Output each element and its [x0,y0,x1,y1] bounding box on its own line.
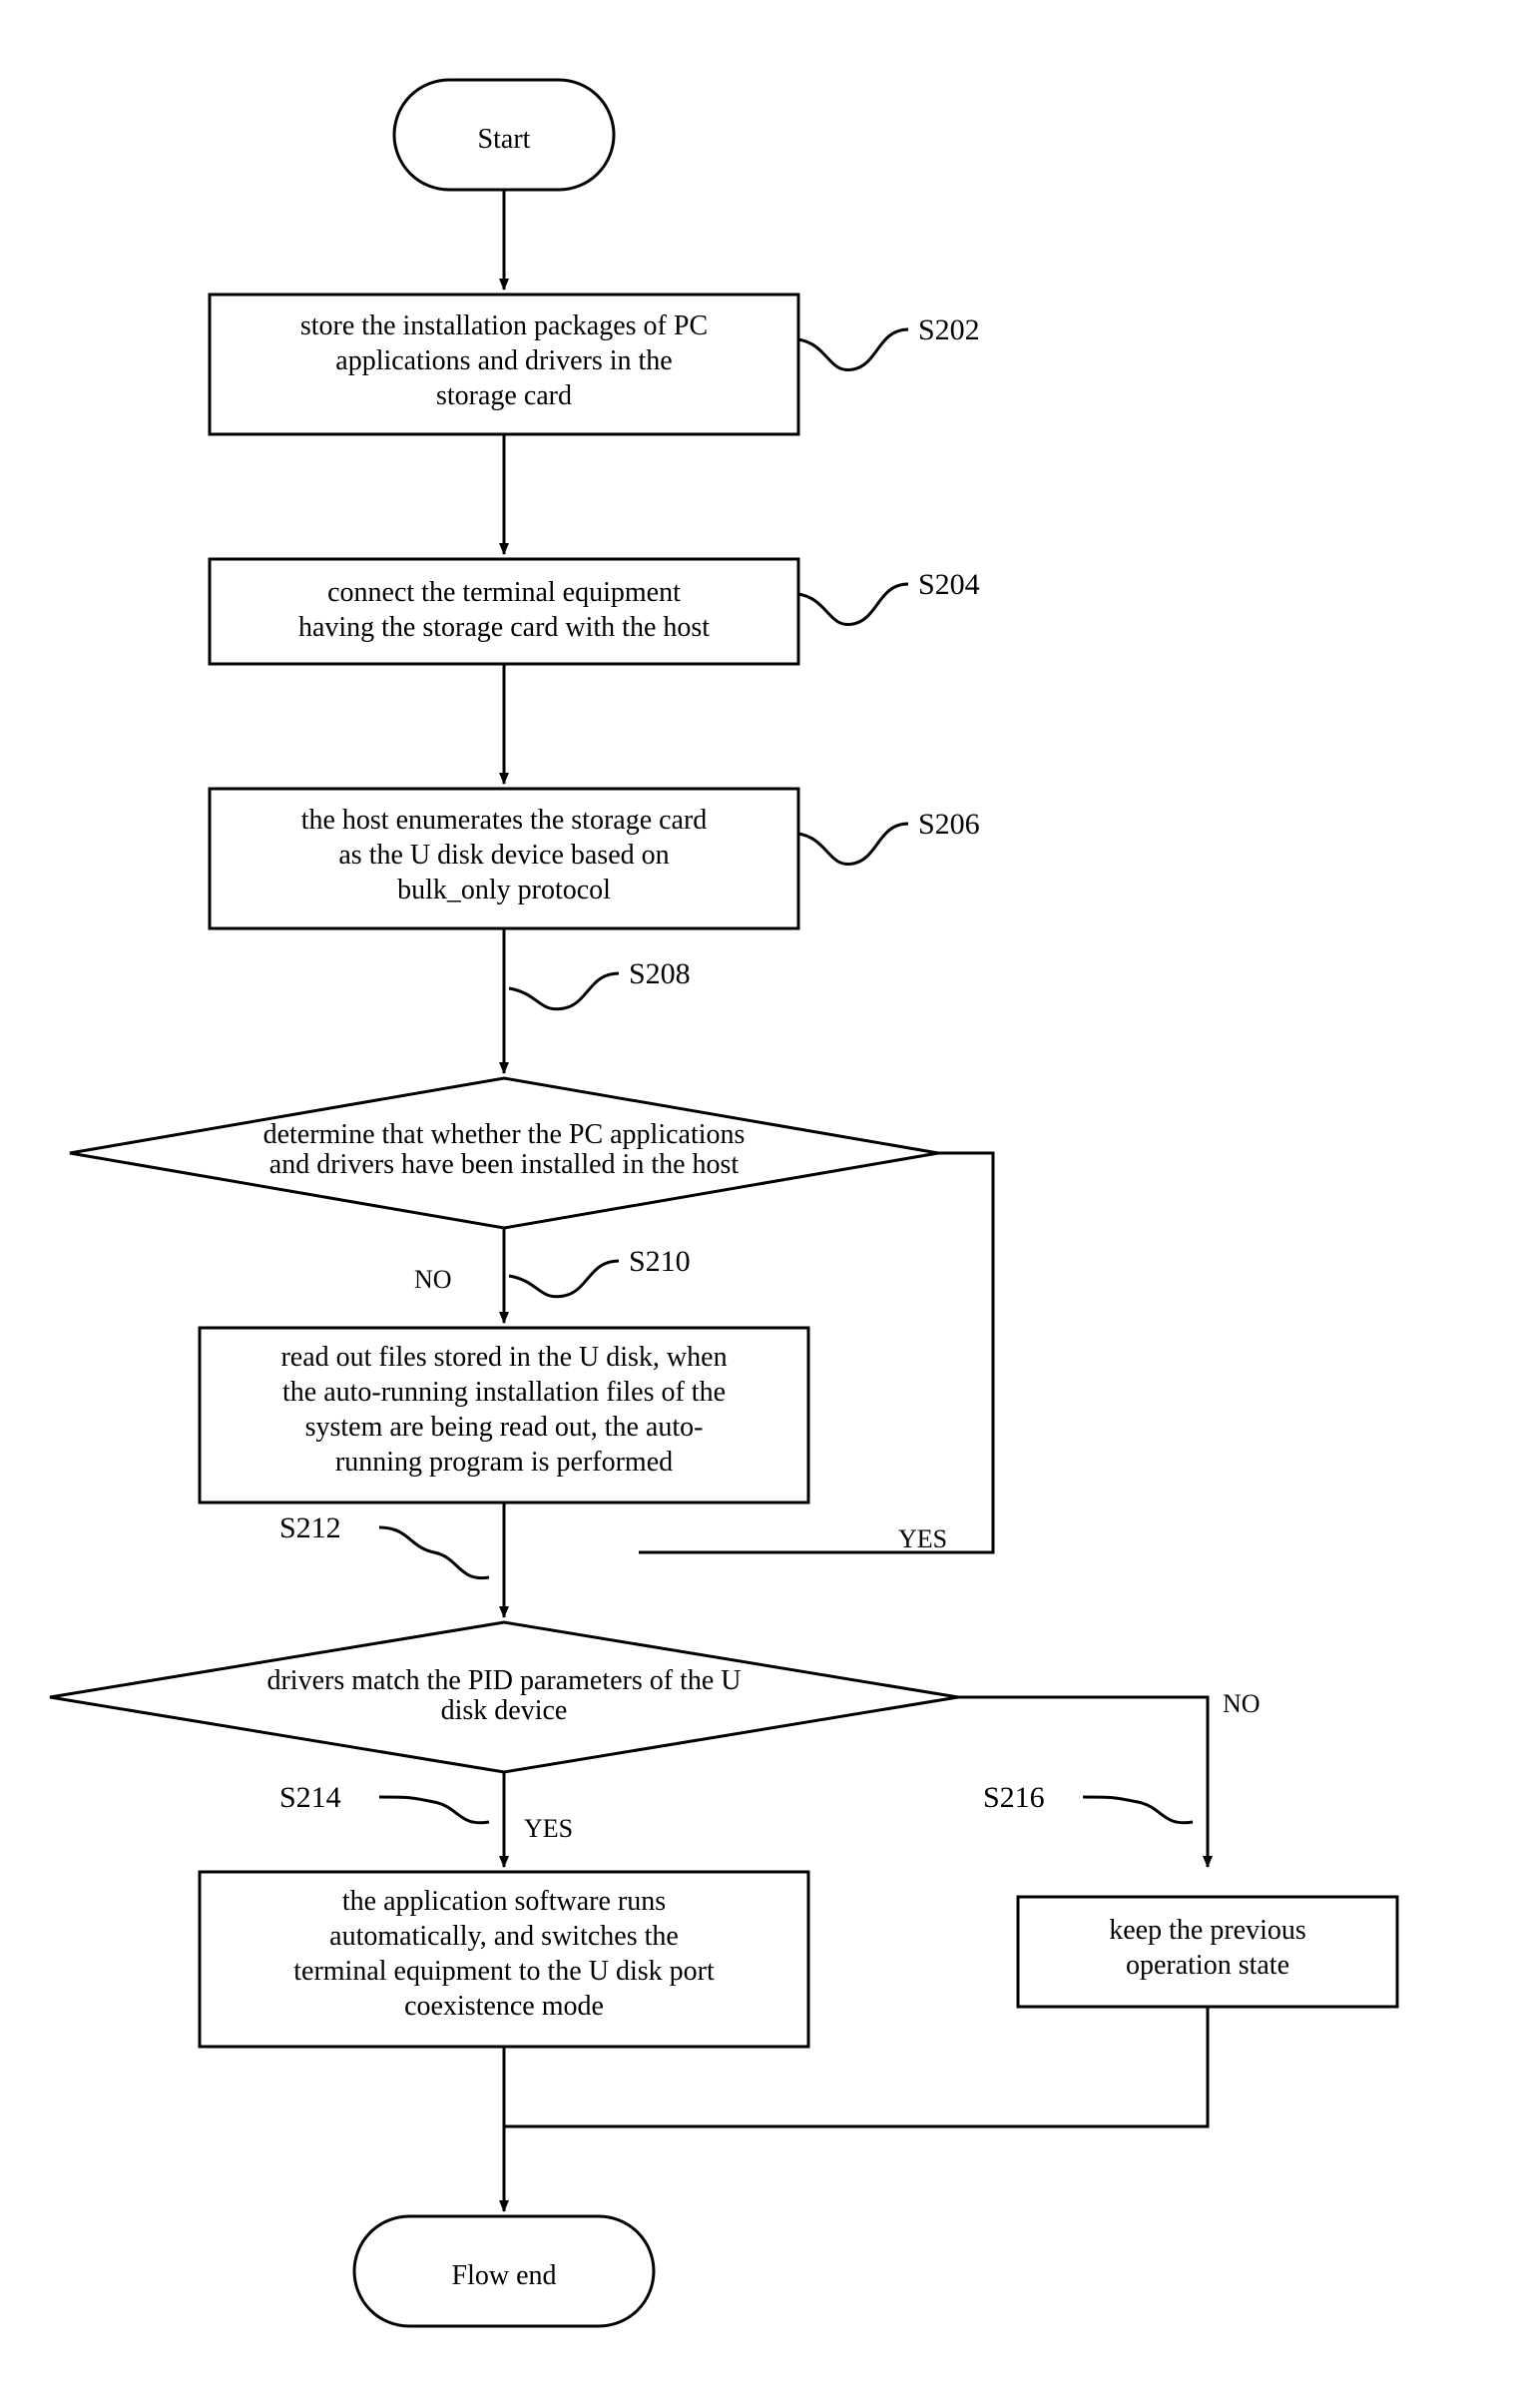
s206-callout [798,824,908,865]
s214-label: S214 [279,1781,341,1814]
s214-callout [379,1797,489,1823]
s208-yes-label: YES [898,1524,947,1553]
svg-text:read out files stored in the U: read out files stored in the U disk, whe… [280,1342,727,1373]
svg-text:connect the terminal equipment: connect the terminal equipment [327,577,681,608]
s212-label: S212 [279,1511,341,1544]
s204-label: S204 [918,568,980,601]
s202-callout [798,329,908,370]
svg-text:applications and drivers in th: applications and drivers in the [335,345,672,376]
s214-node: the application software runs automatica… [200,1872,808,2047]
svg-text:and drivers have been installe: and drivers have been installed in the h… [269,1149,740,1180]
svg-text:the application software runs: the application software runs [342,1886,666,1917]
s202-node: store the installation packages of PC ap… [210,295,798,434]
svg-text:terminal equipment to the U di: terminal equipment to the U disk port [293,1956,715,1987]
svg-text:the host enumerates the storag: the host enumerates the storage card [301,805,708,836]
s210-node: read out files stored in the U disk, whe… [200,1328,808,1503]
s206-node: the host enumerates the storage card as … [210,789,798,928]
s208-node: determine that whether the PC applicatio… [70,1078,938,1228]
flowchart: Start store the installation packages of… [0,0,1522,2408]
svg-text:system are being read out, the: system are being read out, the auto- [305,1412,704,1443]
svg-text:automatically, and switches th: automatically, and switches the [329,1921,679,1952]
svg-text:running program is performed: running program is performed [335,1447,673,1478]
s208-no-label: NO [414,1265,452,1294]
s204-callout [798,584,908,625]
end-text: Flow end [452,2260,557,2291]
s212-node: drivers match the PID parameters of the … [50,1622,958,1772]
start-node: Start [394,80,614,190]
svg-text:drivers match the PID paramete: drivers match the PID parameters of the … [266,1665,741,1696]
s212-callout [379,1527,489,1578]
s210-label: S210 [629,1245,691,1278]
svg-text:disk device: disk device [441,1695,568,1726]
s202-label: S202 [918,313,980,346]
s208-label: S208 [629,957,691,990]
s216-node: keep the previous operation state [1018,1897,1397,2007]
end-node: Flow end [354,2216,654,2326]
svg-text:the auto-running installation: the auto-running installation files of t… [282,1377,726,1408]
s216-label: S216 [983,1781,1045,1814]
svg-text:bulk_only protocol: bulk_only protocol [397,875,611,905]
s206-label: S206 [918,808,980,841]
s208-callout [509,973,619,1009]
svg-text:coexistence mode: coexistence mode [404,1991,604,2022]
svg-text:having the storage card with t: having the storage card with the host [298,612,710,643]
s204-node: connect the terminal equipment having th… [210,559,798,664]
svg-text:as the U disk device based on: as the U disk device based on [338,840,669,871]
s216-callout [1083,1797,1193,1823]
s212-no-label: NO [1223,1689,1261,1718]
svg-text:store the installation package: store the installation packages of PC [300,310,708,341]
start-text: Start [478,124,531,155]
svg-text:operation state: operation state [1126,1950,1289,1981]
s210-callout [509,1261,619,1297]
svg-text:determine that whether the PC: determine that whether the PC applicatio… [263,1119,746,1150]
svg-text:keep the previous: keep the previous [1109,1915,1306,1946]
svg-text:storage card: storage card [436,380,572,411]
s212-yes-label: YES [524,1814,573,1843]
